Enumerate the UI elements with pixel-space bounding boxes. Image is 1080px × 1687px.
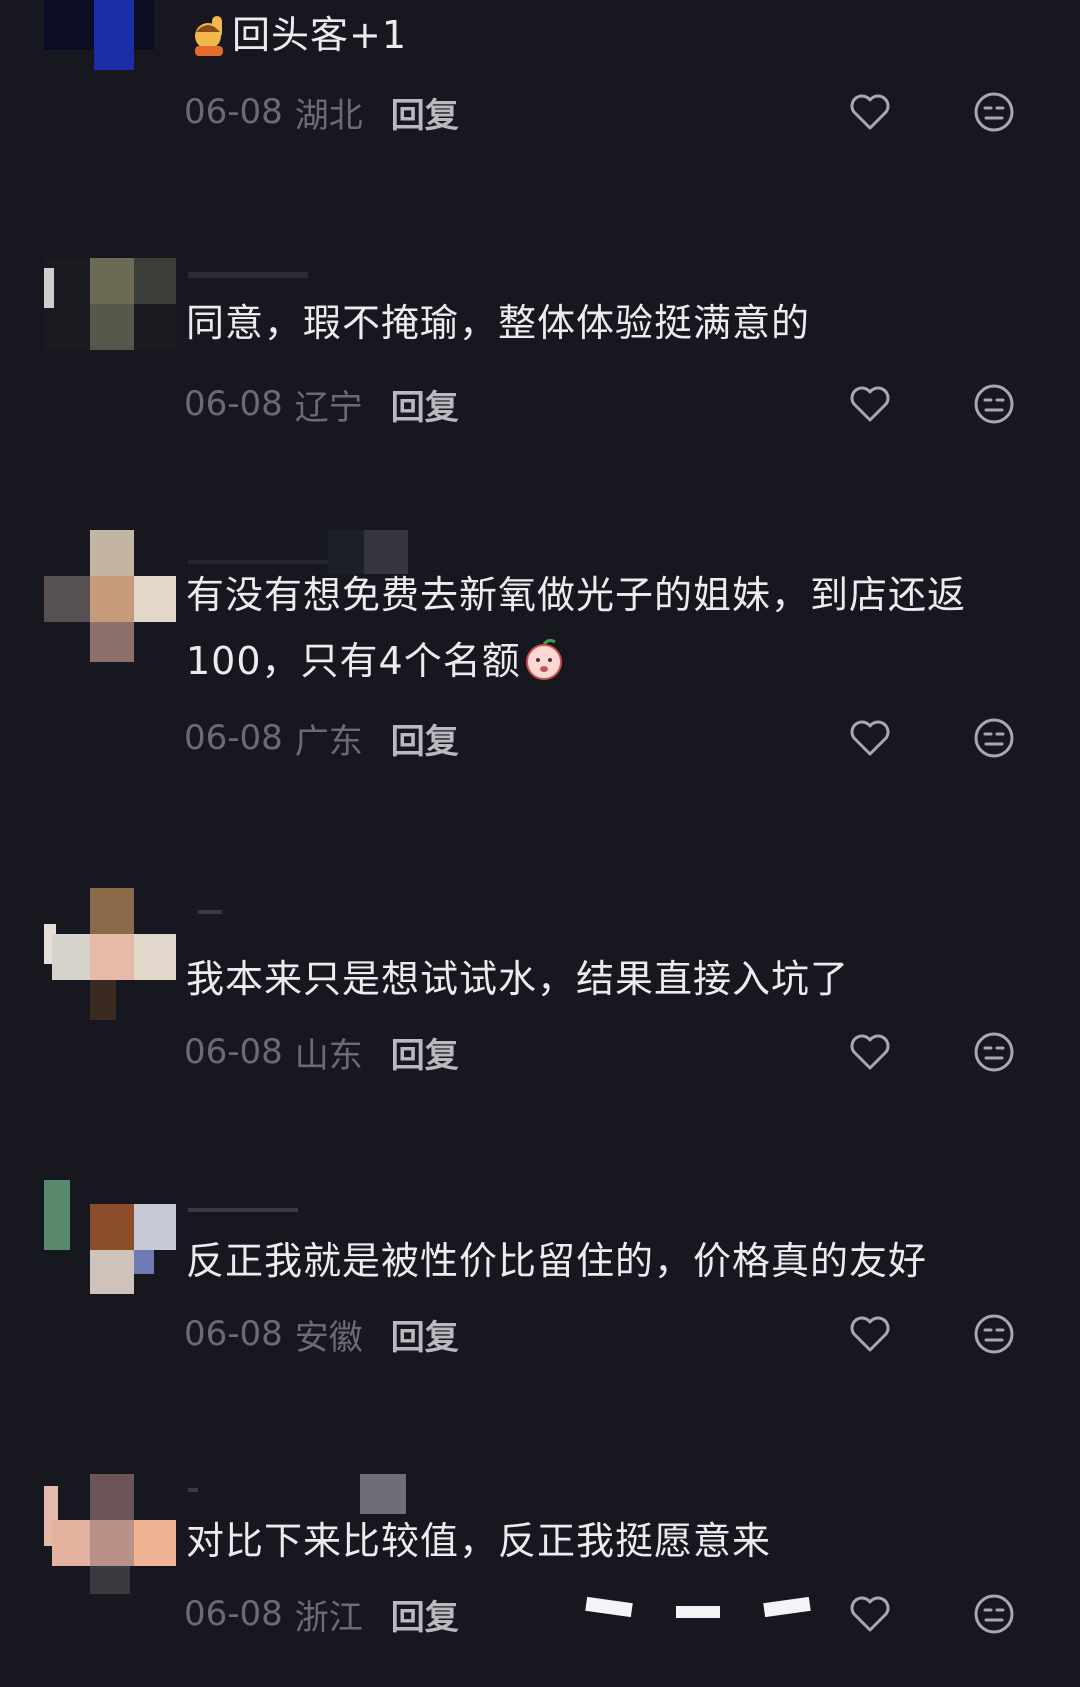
meh-face-icon[interactable] [970, 1310, 1018, 1358]
caption-dash [676, 1606, 720, 1618]
reply-button[interactable]: 回复 [391, 88, 459, 137]
heart-outline-icon[interactable] [846, 1028, 894, 1076]
comment-meta: 06-08 山东 回复 [184, 1026, 459, 1078]
comment-text: 我本来只是想试试水，结果直接入坑了 [186, 957, 850, 1001]
reply-button[interactable]: 回复 [391, 1028, 459, 1077]
caption-dash [585, 1596, 633, 1618]
heart-outline-icon[interactable] [846, 714, 894, 762]
comment-date: 06-08 [184, 1032, 283, 1072]
reply-button[interactable]: 回复 [391, 1590, 459, 1639]
meh-face-icon[interactable] [970, 380, 1018, 428]
comment-text: 同意，瑕不掩瑜，整体体验挺满意的 [186, 301, 811, 345]
comment-location: 广东 [294, 721, 363, 762]
reply-button[interactable]: 回复 [391, 380, 459, 429]
comment-location: 安徽 [294, 1317, 363, 1358]
raise-hand-emoji-icon [195, 16, 223, 56]
heart-outline-icon[interactable] [846, 1590, 894, 1638]
username-blurred [188, 258, 308, 292]
comment-location: 湖北 [294, 95, 363, 136]
comment-location: 浙江 [294, 1597, 363, 1638]
meh-face-icon[interactable] [970, 88, 1018, 136]
heart-outline-icon[interactable] [846, 88, 894, 136]
username-blurred [188, 888, 248, 922]
avatar[interactable] [44, 0, 154, 80]
comment-meta: 06-08 安徽 回复 [184, 1308, 459, 1360]
comment-text-line-2: 100，只有4个名额 [186, 639, 521, 683]
reply-button[interactable]: 回复 [391, 1310, 459, 1359]
comment-date: 06-08 [184, 1594, 283, 1634]
avatar[interactable] [44, 1474, 176, 1606]
comment-location: 辽宁 [294, 387, 363, 428]
comment-meta: 06-08 浙江 回复 [184, 1588, 459, 1640]
comment-date: 06-08 [184, 718, 283, 758]
heart-outline-icon[interactable] [846, 1310, 894, 1358]
reply-button[interactable]: 回复 [391, 714, 459, 763]
comment-date: 06-08 [184, 92, 283, 132]
comment-meta: 06-08 湖北 回复 [184, 86, 459, 138]
comment-text-line-1: 有没有想免费去新氧做光子的姐妹，到店还返 [186, 573, 967, 617]
comment-text: 回头客+1 [186, 2, 1036, 68]
comment-date: 06-08 [184, 384, 283, 424]
comment-meta: 06-08 广东 回复 [184, 712, 459, 764]
peach-emoji-icon [525, 638, 562, 680]
username-blurred [188, 1198, 298, 1232]
comment-text: 有没有想免费去新氧做光子的姐妹，到店还返 100，只有4个名额 [186, 562, 1036, 694]
comment-text: 对比下来比较值，反正我挺愿意来 [186, 1519, 772, 1563]
heart-outline-icon[interactable] [846, 380, 894, 428]
avatar[interactable] [44, 530, 176, 662]
comment-text: 反正我就是被性价比留住的，价格真的友好 [186, 1239, 928, 1283]
comment-date: 06-08 [184, 1314, 283, 1354]
comment-meta: 06-08 辽宁 回复 [184, 378, 459, 430]
meh-face-icon[interactable] [970, 1028, 1018, 1076]
comment-location: 山东 [294, 1035, 363, 1076]
caption-dash [763, 1596, 811, 1618]
meh-face-icon[interactable] [970, 1590, 1018, 1638]
avatar[interactable] [44, 888, 176, 1020]
avatar[interactable] [44, 258, 176, 390]
meh-face-icon[interactable] [970, 714, 1018, 762]
comment-text-content: 回头客+1 [232, 13, 408, 57]
avatar[interactable] [44, 1168, 176, 1300]
